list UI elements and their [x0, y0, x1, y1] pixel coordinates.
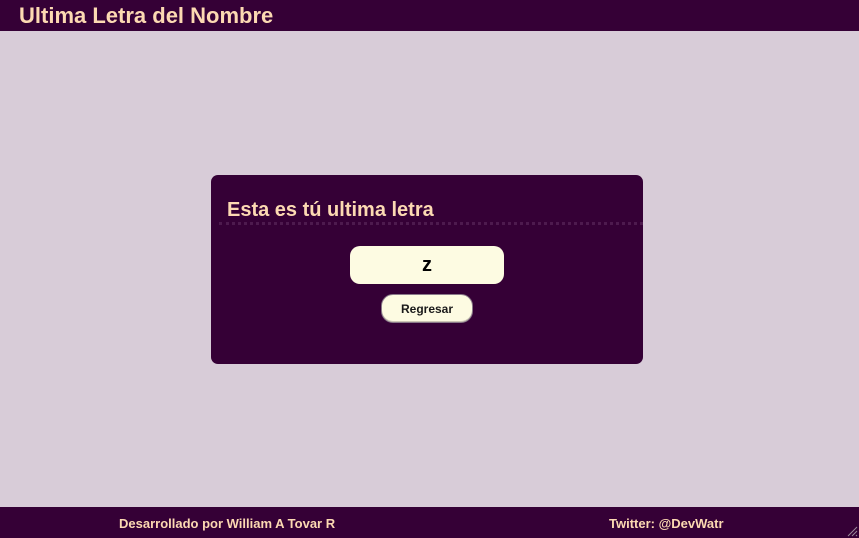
back-button[interactable]: Regresar — [381, 294, 473, 323]
resize-grip-icon[interactable] — [846, 525, 858, 537]
card-title: Esta es tú ultima letra — [227, 199, 434, 221]
result-card: Esta es tú ultima letra Regresar — [211, 175, 643, 364]
last-letter-field[interactable] — [350, 246, 504, 284]
header-bar: Ultima Letra del Nombre — [0, 0, 859, 31]
footer-twitter: Twitter: @DevWatr — [609, 516, 724, 531]
card-divider — [219, 222, 643, 225]
footer-credit: Desarrollado por William A Tovar R — [119, 516, 336, 531]
page-title: Ultima Letra del Nombre — [19, 3, 274, 28]
footer-bar: Desarrollado por William A Tovar R Twitt… — [0, 507, 859, 538]
